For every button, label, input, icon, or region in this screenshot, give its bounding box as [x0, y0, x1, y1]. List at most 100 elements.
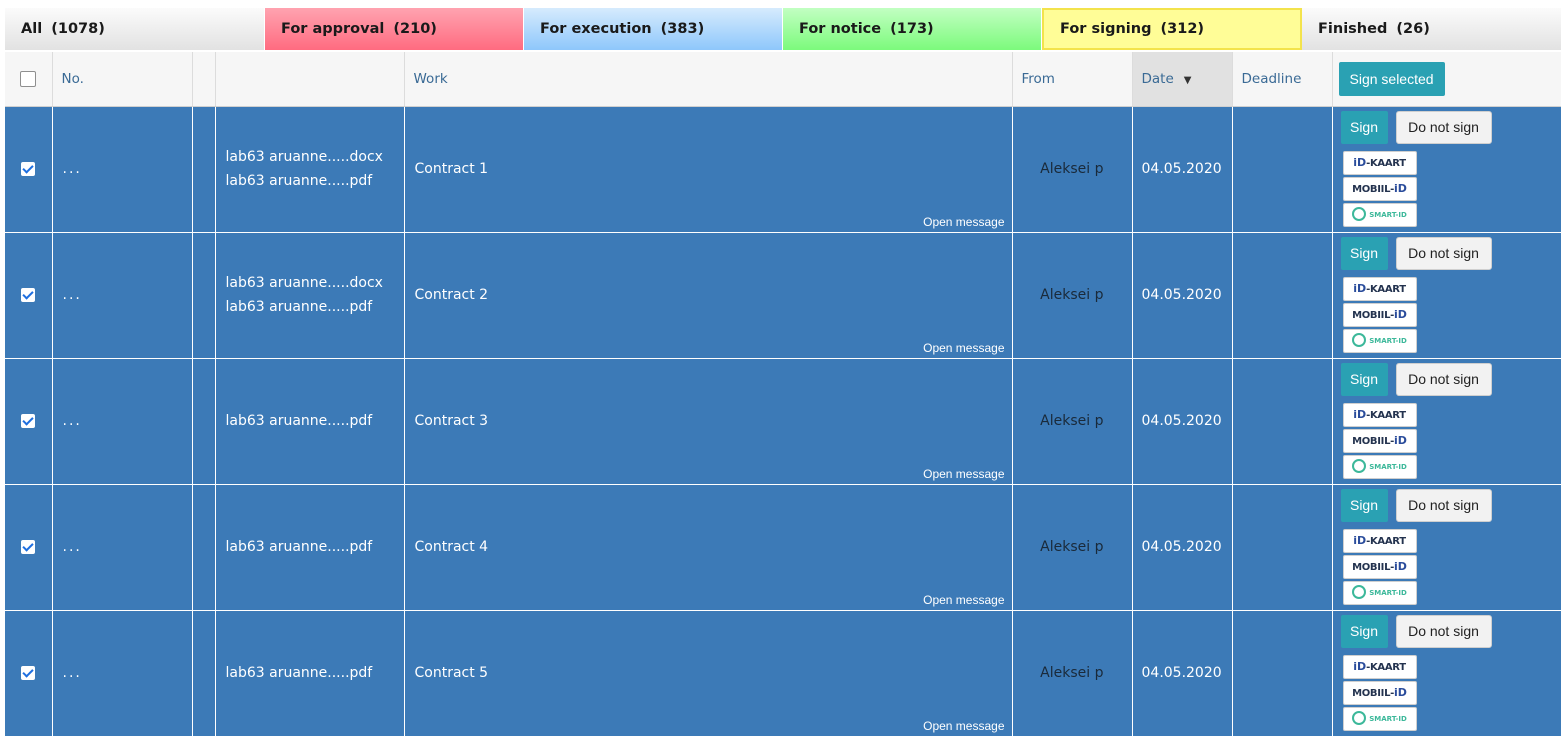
- attachment-link[interactable]: lab63 aruanne.....pdf: [226, 535, 404, 559]
- tab-for-execution[interactable]: For execution (383): [524, 8, 782, 50]
- mobiil-id-button[interactable]: MOBIIL-iD: [1342, 302, 1417, 327]
- open-message-link[interactable]: Open message: [923, 593, 1004, 607]
- row-checkbox-checked[interactable]: [21, 414, 36, 428]
- smart-id-logo: SMART-ID: [1352, 582, 1407, 604]
- mobiil-id-button[interactable]: MOBIIL-iD: [1342, 554, 1417, 579]
- table-row[interactable]: ... lab63 aruanne.....docx lab63 aruanne..…: [5, 106, 1561, 233]
- smart-id-button[interactable]: SMART-ID: [1342, 706, 1417, 731]
- attachment-link[interactable]: lab63 aruanne.....docx: [226, 271, 404, 295]
- mobiil-id-logo: MOBIIL-iD: [1352, 682, 1407, 705]
- smart-id-button[interactable]: SMART-ID: [1342, 328, 1417, 353]
- sign-button[interactable]: Sign: [1340, 614, 1388, 648]
- attachment-link[interactable]: lab63 aruanne.....pdf: [226, 409, 404, 433]
- sign-button[interactable]: Sign: [1340, 362, 1388, 396]
- documents-table: No. Work From Date ▼ Deadline Sign select…: [5, 52, 1561, 737]
- row-checkbox-checked[interactable]: [21, 540, 36, 554]
- tab-all[interactable]: All (1078): [5, 8, 264, 50]
- select-all-checkbox[interactable]: [20, 70, 37, 87]
- id-kaart-button[interactable]: iD-KAART: [1342, 654, 1417, 679]
- column-header-date-label: Date: [1141, 70, 1174, 87]
- column-header-work[interactable]: Work: [404, 52, 1013, 107]
- table-row[interactable]: ... lab63 aruanne.....pdf Contract 5 Open m…: [5, 610, 1561, 737]
- smart-id-icon: [1352, 710, 1367, 725]
- id-kaart-button[interactable]: iD-KAART: [1342, 276, 1417, 301]
- attachment-link[interactable]: lab63 aruanne.....pdf: [226, 295, 404, 319]
- mobiil-id-button[interactable]: MOBIIL-iD: [1342, 176, 1417, 201]
- row-work-cell: Contract 2 Open message: [404, 232, 1013, 359]
- id-kaart-button[interactable]: iD-KAART: [1342, 150, 1417, 175]
- smart-id-logo: SMART-ID: [1352, 456, 1407, 478]
- id-kaart-text: -KAART: [1366, 661, 1406, 673]
- tab-for-signing[interactable]: For signing (312): [1042, 8, 1302, 50]
- row-number: ...: [52, 484, 193, 611]
- smart-id-text: SMART-ID: [1369, 714, 1407, 723]
- id-logo-mark: iD: [1353, 659, 1367, 673]
- table-row[interactable]: ... lab63 aruanne.....pdf Contract 3 Open m…: [5, 358, 1561, 485]
- column-header-deadline[interactable]: Deadline: [1232, 52, 1333, 107]
- do-not-sign-button[interactable]: Do not sign: [1395, 110, 1492, 144]
- mobiil-text: MOBIIL-: [1352, 435, 1395, 447]
- row-checkbox-checked[interactable]: [21, 162, 36, 176]
- sign-button[interactable]: Sign: [1340, 488, 1388, 522]
- smart-id-text: SMART-ID: [1369, 336, 1407, 345]
- id-logo-mark: iD: [1394, 307, 1407, 321]
- row-work[interactable]: Contract 2: [415, 287, 489, 303]
- mobiil-id-button[interactable]: MOBIIL-iD: [1342, 428, 1417, 453]
- row-from: Aleksei p: [1012, 358, 1133, 485]
- row-from: Aleksei p: [1012, 106, 1133, 233]
- mobiil-id-logo: MOBIIL-iD: [1352, 178, 1407, 201]
- column-header-from[interactable]: From: [1012, 52, 1133, 107]
- id-kaart-text: -KAART: [1366, 157, 1406, 169]
- smart-id-button[interactable]: SMART-ID: [1342, 202, 1417, 227]
- smart-id-logo: SMART-ID: [1352, 330, 1407, 352]
- tab-label: Finished: [1318, 21, 1388, 37]
- row-number: ...: [52, 106, 193, 233]
- open-message-link[interactable]: Open message: [923, 341, 1004, 355]
- row-work-cell: Contract 4 Open message: [404, 484, 1013, 611]
- row-work[interactable]: Contract 5: [415, 665, 489, 681]
- row-checkbox-checked[interactable]: [21, 288, 36, 302]
- row-date: 04.05.2020: [1132, 358, 1233, 485]
- mobiil-id-button[interactable]: MOBIIL-iD: [1342, 680, 1417, 705]
- open-message-link[interactable]: Open message: [923, 719, 1004, 733]
- row-actions: Sign Do not sign iD-KAART MOBIIL-iD SMART-ID: [1332, 484, 1561, 611]
- row-work[interactable]: Contract 3: [415, 413, 489, 429]
- table-row[interactable]: ... lab63 aruanne.....docx lab63 aruanne..…: [5, 232, 1561, 359]
- sign-button[interactable]: Sign: [1340, 236, 1388, 270]
- row-work[interactable]: Contract 4: [415, 539, 489, 555]
- row-actions: Sign Do not sign iD-KAART MOBIIL-iD SMART-ID: [1332, 232, 1561, 359]
- id-logo-mark: iD: [1353, 155, 1367, 169]
- row-actions: Sign Do not sign iD-KAART MOBIIL-iD SMART-ID: [1332, 106, 1561, 233]
- smart-id-icon: [1352, 332, 1367, 347]
- sign-selected-button[interactable]: Sign selected: [1338, 61, 1445, 96]
- mobiil-id-logo: MOBIIL-iD: [1352, 430, 1407, 453]
- id-kaart-button[interactable]: iD-KAART: [1342, 402, 1417, 427]
- tab-for-approval[interactable]: For approval (210): [265, 8, 523, 50]
- table-row[interactable]: ... lab63 aruanne.....pdf Contract 4 Open m…: [5, 484, 1561, 611]
- do-not-sign-button[interactable]: Do not sign: [1395, 614, 1492, 648]
- row-work-cell: Contract 3 Open message: [404, 358, 1013, 485]
- open-message-link[interactable]: Open message: [923, 215, 1004, 229]
- tab-finished[interactable]: Finished (26): [1302, 8, 1561, 50]
- column-header-date[interactable]: Date ▼: [1132, 52, 1233, 107]
- smart-id-button[interactable]: SMART-ID: [1342, 580, 1417, 605]
- row-from: Aleksei p: [1012, 610, 1133, 737]
- sign-button[interactable]: Sign: [1340, 110, 1388, 144]
- smart-id-icon: [1352, 584, 1367, 599]
- row-work[interactable]: Contract 1: [415, 161, 489, 177]
- open-message-link[interactable]: Open message: [923, 467, 1004, 481]
- smart-id-button[interactable]: SMART-ID: [1342, 454, 1417, 479]
- tab-for-notice[interactable]: For notice (173): [783, 8, 1041, 50]
- attachment-link[interactable]: lab63 aruanne.....docx: [226, 145, 404, 169]
- attachment-link[interactable]: lab63 aruanne.....pdf: [226, 661, 404, 685]
- column-header-no[interactable]: No.: [52, 52, 193, 107]
- do-not-sign-button[interactable]: Do not sign: [1395, 236, 1492, 270]
- id-kaart-text: -KAART: [1366, 409, 1406, 421]
- mobiil-id-logo: MOBIIL-iD: [1352, 304, 1407, 327]
- id-kaart-button[interactable]: iD-KAART: [1342, 528, 1417, 553]
- do-not-sign-button[interactable]: Do not sign: [1395, 488, 1492, 522]
- do-not-sign-button[interactable]: Do not sign: [1395, 362, 1492, 396]
- attachment-link[interactable]: lab63 aruanne.....pdf: [226, 169, 404, 193]
- row-checkbox-checked[interactable]: [21, 666, 36, 680]
- row-deadline: [1232, 106, 1333, 233]
